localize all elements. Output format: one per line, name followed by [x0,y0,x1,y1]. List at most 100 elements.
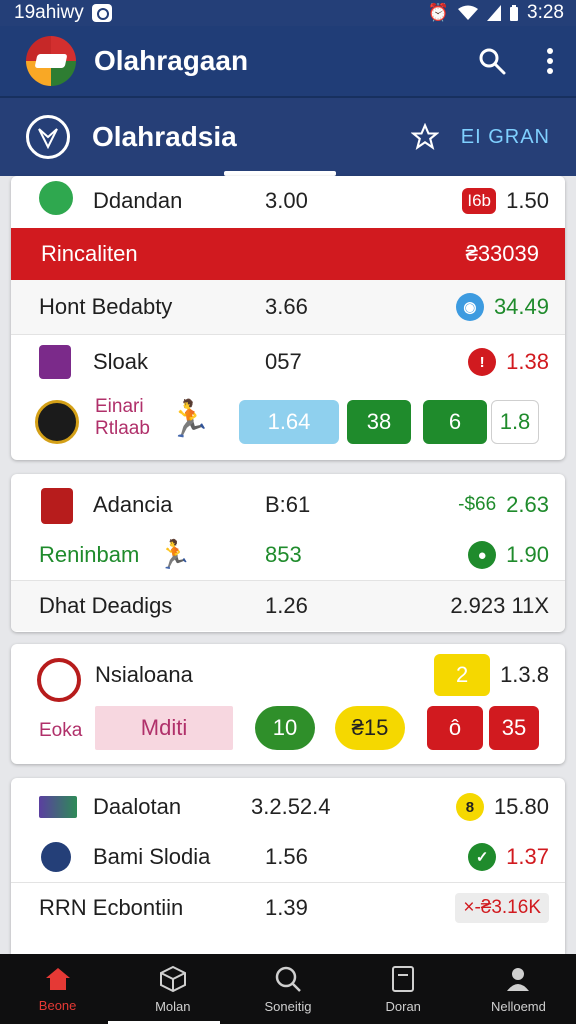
match-row[interactable]: Adancia B:61 -$66 2.63 [11,480,565,530]
odds-value[interactable]: 1.39 [265,895,308,921]
odds-value[interactable]: B:61 [265,492,310,518]
odds-right[interactable]: ×-₴3.16K [455,893,549,923]
odds-pill[interactable]: 6 [423,400,487,444]
section-action-link[interactable]: EI GRAN [461,126,550,149]
odds-pill[interactable]: 1.8 [491,400,539,444]
team-badge-icon [37,658,81,702]
odds-value[interactable]: 1.56 [265,844,308,870]
odds-change: -$66 [458,494,497,515]
status-time: 3:28 [527,2,564,23]
match-row[interactable]: Einari Rtlaab 🏃 1.64 38 6 1.8 [11,390,565,454]
team-name: Bami Slodia [93,844,211,869]
odds-right[interactable]: 1.38 [506,349,549,375]
rank-badge: 2 [434,654,491,696]
team-name: RRN Ecbontiin [39,895,184,920]
nav-item-profile[interactable]: Nelloemd [461,954,576,1024]
team-name: Hont Bedabty [39,294,173,319]
nav-item-home[interactable]: Beone [0,954,115,1024]
team-badge-icon [35,400,79,444]
team-name: Ddandan [93,188,183,213]
odds-value[interactable]: 3.00 [265,188,308,214]
odds-right[interactable]: 15.80 [494,794,549,820]
odds-right[interactable]: 2.63 [506,492,549,518]
document-icon [392,965,415,992]
odds-pill[interactable]: ₴15 [335,706,405,750]
match-row[interactable]: Ddandan 3.00 I6b 1.50 [11,176,565,226]
overflow-menu-button[interactable] [546,48,554,74]
star-icon[interactable] [410,123,439,151]
odds-right[interactable]: 1.3.8 [500,662,549,688]
cube-icon [159,965,186,992]
nav-item-molan[interactable]: Molan [115,954,230,1024]
team-crest-icon [41,488,73,524]
match-row[interactable]: Reninbam 🏃 853 ● 1.90 [11,530,565,580]
odds-pill[interactable]: ô [427,706,483,750]
search-icon [275,966,301,992]
banner-label: Rincaliten [41,241,138,266]
signal-icon [487,5,502,21]
odds-pill[interactable]: 10 [255,706,315,750]
odds-pill[interactable]: 1.64 [239,400,339,444]
match-card[interactable]: Ddandan 3.00 I6b 1.50 Rincaliten ₴33039 … [11,176,565,460]
match-card[interactable]: Nsialoana 2 1.3.8 Eoka Mditi 10 ₴15 ô 35 [11,644,565,764]
nav-label: Doran [385,998,421,1014]
info-icon: ◉ [455,293,484,321]
odds-value[interactable]: 853 [265,542,302,568]
match-row[interactable]: Nsialoana 2 1.3.8 [11,650,565,702]
match-row[interactable]: Hont Bedabty 3.66 ◉ 34.49 [11,280,565,334]
more-vert-icon [547,48,553,74]
match-row[interactable]: Bami Slodia 1.56 ✓ 1.37 [11,832,565,882]
app-bar: Olahragaan [0,26,576,98]
alert-icon: ! [468,348,497,376]
market-box[interactable]: Mditi [95,706,233,750]
status-left-text: 19ahiwy [14,2,84,23]
nav-item-search[interactable]: Soneitig [230,954,345,1024]
search-button[interactable] [478,47,506,75]
check-icon: ✓ [468,843,497,871]
banner-value: ₴33039 [465,241,539,266]
odds-pill[interactable]: 35 [489,706,539,750]
team-name: Nsialoana [95,662,193,687]
odds-value[interactable]: 3.2.52.4 [251,794,331,820]
match-card[interactable]: Adancia B:61 -$66 2.63 Reninbam 🏃 853 ● … [11,474,565,632]
medal-icon: 8 [455,793,484,821]
player-icon: 🏃 [157,539,192,570]
nav-label: Molan [155,998,191,1014]
team-name-top: Einari [95,396,144,417]
match-row[interactable]: Daalotan 3.2.52.4 8 15.80 [11,782,565,832]
team-name: Reninbam [39,542,140,567]
app-logo [26,36,76,86]
nav-label: Nelloemd [490,998,546,1014]
match-row[interactable]: RRN Ecbontiin 1.39 ×-₴3.16K [11,883,565,933]
team-name: Adancia [93,492,173,517]
match-row[interactable]: Eoka Mditi 10 ₴15 ô 35 [11,702,565,760]
alarm-icon: ⏰ [427,3,450,22]
nav-item-doran[interactable]: Doran [346,954,461,1024]
profile-icon [507,967,530,991]
player-icon: 🏃 [167,398,212,439]
section-header: Olahradsia EI GRAN [0,98,576,176]
odds-value[interactable]: 3.66 [265,294,308,320]
team-name: Daalotan [93,794,182,819]
odds-right[interactable]: 1.37 [506,844,549,870]
odds-right[interactable]: 1.90 [506,542,549,568]
notification-icon [91,4,112,22]
highlight-banner[interactable]: Rincaliten ₴33039 [11,228,565,280]
match-row[interactable]: Sloak 057 ! 1.38 [11,335,565,389]
league-logo-icon [26,115,70,159]
team-logo-icon [41,842,71,872]
wifi-icon [458,5,479,20]
bottom-navigation: Beone Molan Soneitig Doran Nelloemd [0,954,576,1024]
match-card[interactable]: Daalotan 3.2.52.4 8 15.80 Bami Slodia 1.… [11,778,565,954]
odds-pill[interactable]: 38 [347,400,411,444]
team-logo-icon [39,181,73,215]
odds-right[interactable]: 2.923 11X [450,593,549,619]
app-title: Olahragaan [94,45,249,76]
odds-value[interactable]: 1.26 [265,593,308,619]
match-row[interactable]: Dhat Deadigs 1.26 2.923 11X [11,581,565,631]
team-name-bottom: Rtlaab [95,418,150,439]
odds-right[interactable]: 34.49 [494,294,549,320]
team-name: Sloak [93,349,149,374]
odds-right[interactable]: 1.50 [506,188,549,214]
odds-value[interactable]: 057 [265,349,302,375]
